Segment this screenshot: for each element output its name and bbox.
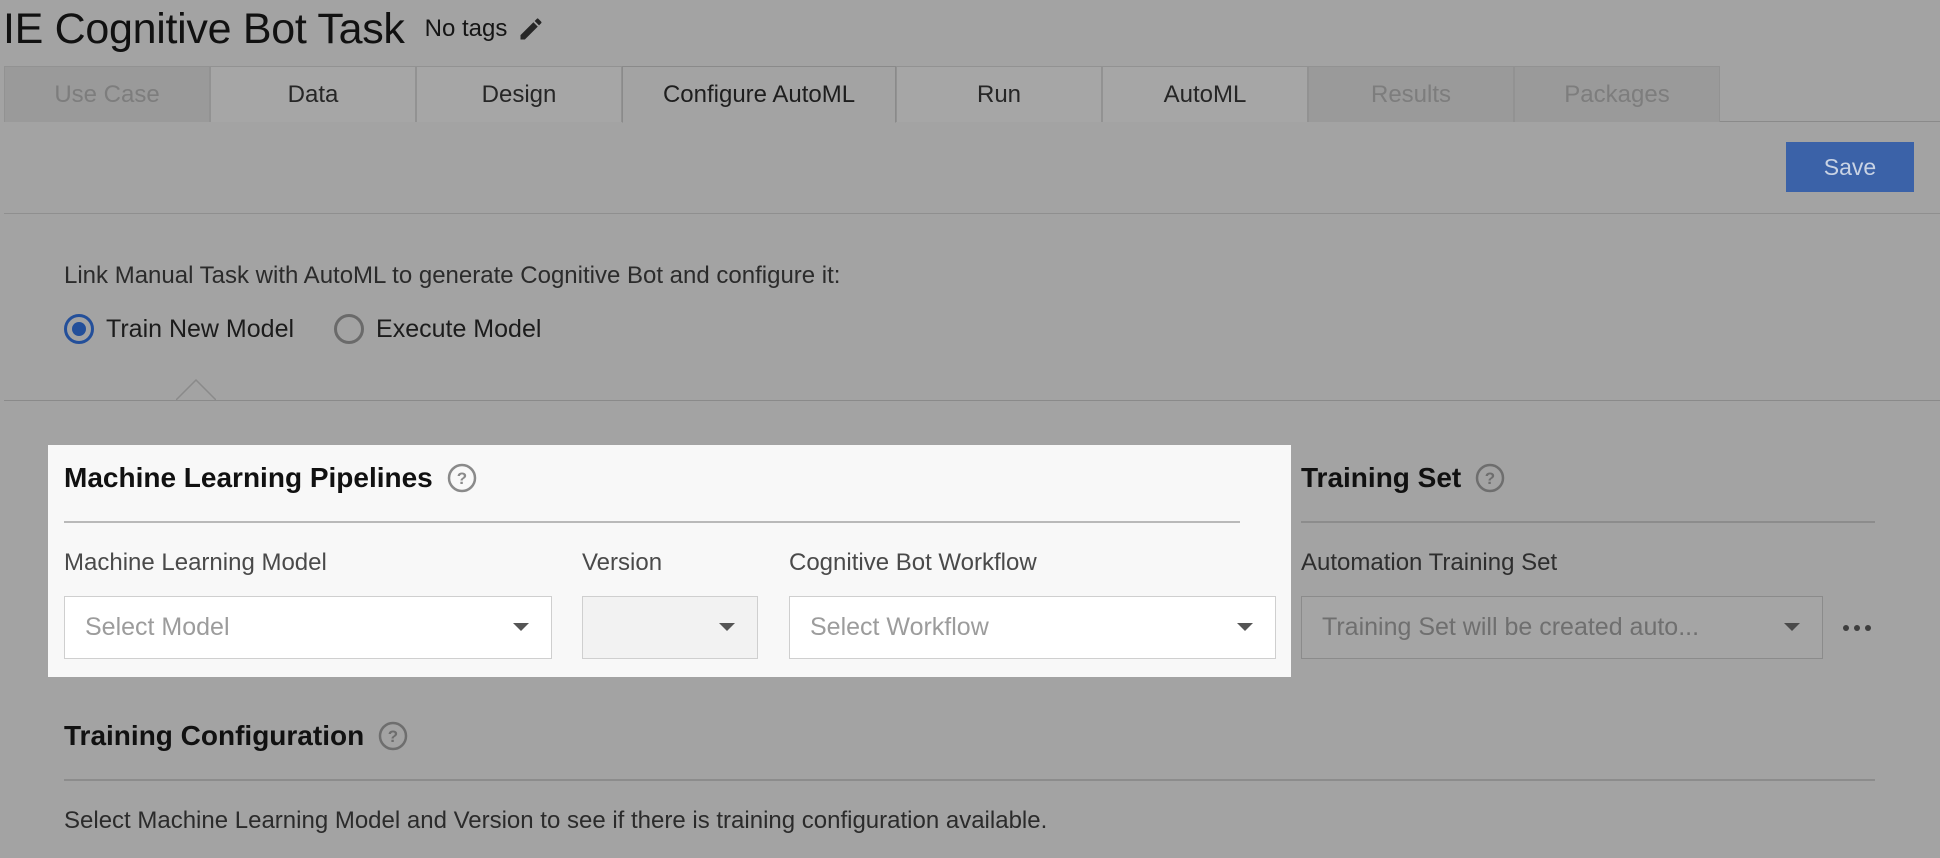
training-config-title: Training Configuration bbox=[64, 720, 365, 751]
tab-configure-automl[interactable]: Configure AutoML bbox=[622, 66, 896, 123]
version-label: Version bbox=[582, 549, 663, 576]
caret-down-icon bbox=[1237, 623, 1253, 631]
version-select[interactable] bbox=[582, 596, 758, 659]
svg-text:?: ? bbox=[457, 469, 467, 488]
mode-section: Link Manual Task with AutoML to generate… bbox=[4, 214, 1940, 401]
mode-radio-group: Train New Model Execute Model bbox=[64, 314, 581, 344]
model-label: Machine Learning Model bbox=[64, 549, 327, 576]
radio-label: Execute Model bbox=[376, 314, 542, 343]
ml-pipelines-heading: Machine Learning Pipelines ? bbox=[64, 462, 477, 494]
more-options-icon[interactable] bbox=[1842, 623, 1872, 633]
training-set-placeholder: Training Set will be created auto... bbox=[1322, 613, 1700, 641]
radio-execute-model[interactable]: Execute Model bbox=[334, 314, 541, 344]
tab-data[interactable]: Data bbox=[210, 66, 416, 122]
caret-down-icon bbox=[1784, 623, 1800, 631]
pencil-icon[interactable] bbox=[517, 15, 545, 43]
training-set-select[interactable]: Training Set will be created auto... bbox=[1301, 596, 1823, 659]
training-set-title: Training Set bbox=[1301, 462, 1462, 493]
page-title: IE Cognitive Bot Task bbox=[3, 4, 405, 53]
help-icon[interactable]: ? bbox=[447, 463, 477, 493]
radio-button[interactable] bbox=[334, 314, 365, 344]
tab-packages[interactable]: Packages bbox=[1514, 66, 1720, 122]
training-config-divider bbox=[64, 779, 1875, 781]
training-set-heading: Training Set ? bbox=[1301, 462, 1505, 494]
ml-pipelines-divider bbox=[64, 521, 1240, 523]
caret-down-icon bbox=[513, 623, 529, 631]
model-select[interactable]: Select Model bbox=[64, 596, 552, 659]
save-button[interactable]: Save bbox=[1786, 142, 1914, 192]
training-set-divider bbox=[1301, 521, 1875, 523]
help-icon[interactable]: ? bbox=[1475, 463, 1505, 493]
training-config-heading: Training Configuration ? bbox=[64, 720, 408, 752]
radio-label: Train New Model bbox=[106, 314, 295, 343]
caret-down-icon bbox=[719, 623, 735, 631]
ml-pipelines-title: Machine Learning Pipelines bbox=[64, 462, 433, 493]
svg-text:?: ? bbox=[388, 727, 398, 746]
tab-run[interactable]: Run bbox=[896, 66, 1102, 122]
training-set-label: Automation Training Set bbox=[1301, 549, 1558, 576]
mode-prompt: Link Manual Task with AutoML to generate… bbox=[64, 262, 841, 289]
tab-design[interactable]: Design bbox=[416, 66, 622, 122]
radio-button[interactable] bbox=[64, 314, 94, 344]
tab-bar: Use Case Data Design Configure AutoML Ru… bbox=[4, 66, 1940, 123]
page-header: IE Cognitive Bot Task No tags bbox=[0, 0, 1940, 58]
radio-train-new-model[interactable]: Train New Model bbox=[64, 314, 294, 344]
tab-automl[interactable]: AutoML bbox=[1102, 66, 1308, 122]
workflow-placeholder: Select Workflow bbox=[810, 613, 989, 641]
svg-text:?: ? bbox=[1485, 469, 1495, 488]
model-placeholder: Select Model bbox=[85, 613, 230, 641]
training-config-info: Select Machine Learning Model and Versio… bbox=[64, 807, 1048, 834]
workflow-label: Cognitive Bot Workflow bbox=[789, 549, 1037, 576]
tab-use-case[interactable]: Use Case bbox=[4, 66, 210, 122]
workflow-select[interactable]: Select Workflow bbox=[789, 596, 1276, 659]
help-icon[interactable]: ? bbox=[378, 721, 408, 751]
tags-label[interactable]: No tags bbox=[425, 15, 508, 43]
toolbar: Save bbox=[4, 122, 1940, 214]
tab-results[interactable]: Results bbox=[1308, 66, 1514, 122]
pointer-notch bbox=[176, 379, 216, 401]
